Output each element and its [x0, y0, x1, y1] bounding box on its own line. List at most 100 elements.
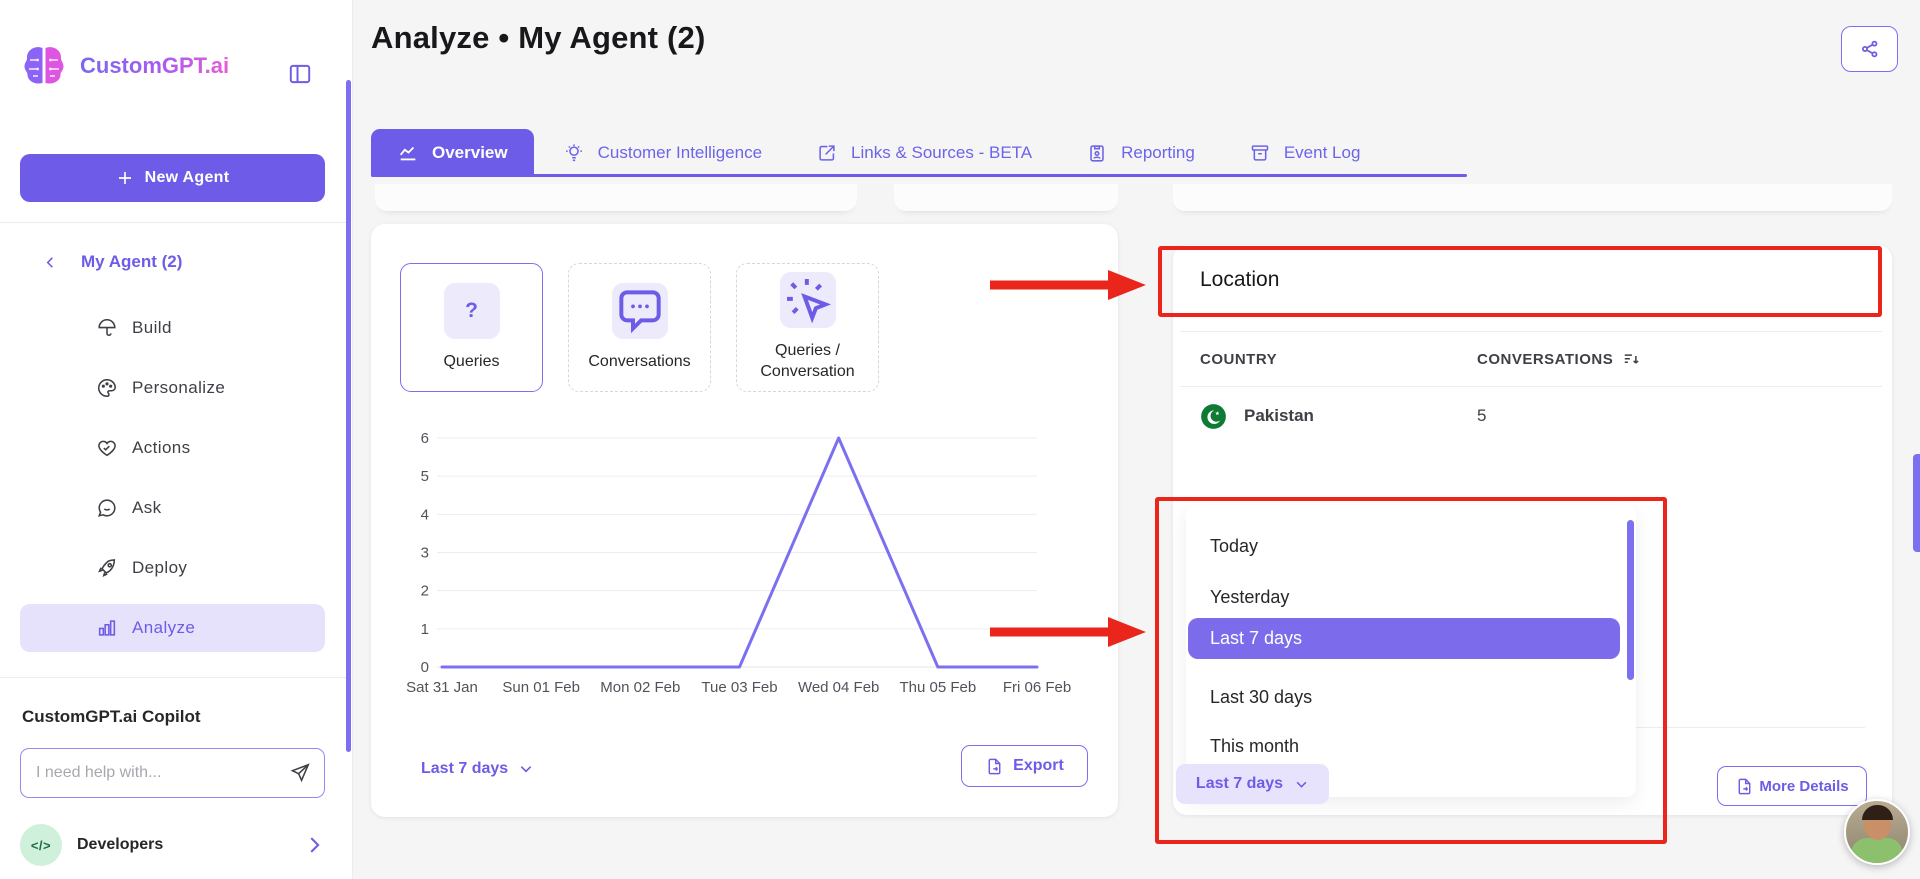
page-scrollbar[interactable]: [1913, 454, 1920, 552]
new-agent-button[interactable]: New Agent: [20, 154, 325, 202]
share-button[interactable]: [1841, 26, 1898, 72]
menu-item-label: Last 7 days: [1210, 628, 1303, 648]
chart-range-dropdown[interactable]: Last 7 days: [421, 752, 534, 785]
card-remnant: [1173, 184, 1892, 211]
sidebar: CustomGPT.ai New Agent My Agent (2) Buil…: [0, 0, 353, 879]
menu-item-label: This month: [1210, 736, 1300, 756]
avatar-shirt: [1851, 838, 1903, 863]
deploy-icon: [96, 557, 118, 579]
location-table-body: Pakistan 5: [1180, 387, 1882, 445]
my-agent-label: My Agent (2): [81, 252, 183, 271]
event-log-icon: [1249, 142, 1271, 164]
sidebar-divider: [0, 677, 351, 678]
column-header-country: COUNTRY: [1200, 350, 1278, 368]
menu-item-last-7-days[interactable]: Last 7 days: [1188, 618, 1620, 659]
sidebar-collapse-icon[interactable]: [281, 57, 315, 91]
send-icon[interactable]: [289, 762, 311, 784]
menu-item-this-month[interactable]: This month: [1188, 726, 1620, 767]
menu-item-last-30-days[interactable]: Last 30 days: [1188, 677, 1620, 718]
tab-bar: Overview Customer Intelligence Links & Sou…: [371, 129, 1409, 176]
chevron-down-icon: [1294, 777, 1309, 792]
tab-event-log[interactable]: Event Log: [1244, 129, 1366, 176]
personalize-icon: [96, 377, 118, 399]
conversations-count: 5: [1477, 406, 1487, 425]
app-canvas: CustomGPT.ai New Agent My Agent (2) Buil…: [0, 0, 1920, 879]
x-tick-label: Sat 31 Jan: [406, 679, 478, 696]
share-icon: [1859, 38, 1881, 60]
table-row-pakistan[interactable]: Pakistan 5: [1180, 387, 1882, 445]
location-range-dropdown[interactable]: Last 7 days: [1176, 764, 1329, 804]
x-tick-label: Wed 04 Feb: [798, 679, 879, 696]
menu-item-label: Last 30 days: [1210, 687, 1313, 707]
more-details-label: More Details: [1759, 777, 1849, 795]
x-tick-label: Mon 02 Feb: [600, 679, 680, 696]
sidebar-item-ask[interactable]: Ask: [20, 484, 325, 532]
y-tick-label: 6: [421, 430, 429, 447]
sidebar-item-label: Build: [132, 318, 172, 337]
pakistan-flag: [1200, 403, 1227, 430]
sidebar-scrollbar[interactable]: [346, 80, 351, 752]
x-tick-label: Tue 03 Feb: [701, 679, 777, 696]
tab-links-sources-beta[interactable]: Links & Sources - BETA: [811, 129, 1037, 176]
new-agent-label: New Agent: [144, 169, 230, 186]
sidebar-item-deploy[interactable]: Deploy: [20, 544, 325, 592]
column-header-conversations: CONVERSATIONS: [1477, 350, 1614, 368]
tab-customer-intelligence[interactable]: Customer Intelligence: [558, 129, 767, 176]
metric-toggle-conversations[interactable]: Conversations: [568, 263, 711, 392]
plus-icon: [116, 169, 134, 187]
metric-toggles: ? Queries Conversations Queries / Conversat…: [400, 263, 879, 392]
sidebar-item-label: Ask: [132, 498, 162, 517]
annotation-arrow-dropdown: [990, 617, 1146, 647]
brand-wordmark: CustomGPT.ai: [80, 53, 230, 78]
sidebar-item-label: Personalize: [132, 378, 226, 397]
metric-toggle-queries[interactable]: ? Queries: [400, 263, 543, 392]
tab-label: Reporting: [1121, 142, 1195, 162]
table-divider: [1631, 727, 1865, 728]
chevron-down-icon: [518, 761, 534, 777]
sidebar-item-personalize[interactable]: Personalize: [20, 364, 325, 412]
metric-toggle-queries-conversation[interactable]: Queries / Conversation: [736, 263, 879, 392]
y-tick-label: 3: [421, 545, 429, 562]
export-button[interactable]: Export: [961, 745, 1088, 787]
menu-item-yesterday[interactable]: Yesterday: [1188, 577, 1620, 618]
sort-desc-icon[interactable]: [1622, 350, 1641, 369]
sidebar-item-label: Analyze: [132, 618, 196, 637]
location-table: COUNTRY CONVERSATIONS Pakistan 5: [1180, 331, 1882, 445]
developers-label: Developers: [77, 836, 164, 853]
question-icon: ?: [443, 282, 500, 339]
menu-scrollbar[interactable]: [1627, 520, 1634, 680]
x-tick-label: Fri 06 Feb: [1003, 679, 1071, 696]
avatar-hair: [1862, 805, 1893, 820]
metric-toggle-label: Conversations: [588, 352, 691, 370]
more-details-button[interactable]: More Details: [1717, 766, 1867, 806]
location-range-label: Last 7 days: [1195, 775, 1284, 792]
copilot-input[interactable]: [34, 763, 281, 783]
insight-icon: [563, 142, 585, 164]
tab-underline: [371, 174, 1467, 177]
country-name: Pakistan: [1244, 406, 1314, 425]
metric-toggle-label: Queries / Conversation: [760, 342, 855, 380]
y-tick-label: 4: [421, 506, 429, 523]
location-card-title: Location: [1200, 268, 1280, 291]
tab-overview[interactable]: Overview: [371, 129, 534, 176]
chat-bubble-icon: [611, 282, 668, 339]
sidebar-item-build[interactable]: Build: [20, 304, 325, 352]
logo[interactable]: CustomGPT.ai: [20, 42, 229, 90]
tab-label: Customer Intelligence: [597, 142, 763, 162]
analyze-icon: [96, 617, 118, 639]
queries-chart-card: ? Queries Conversations Queries / Conversat…: [371, 224, 1118, 817]
chevron-right-icon: [303, 834, 325, 856]
x-tick-label: Sun 01 Feb: [502, 679, 580, 696]
sidebar-item-developers[interactable]: </> Developers: [20, 824, 325, 866]
user-avatar[interactable]: [1844, 799, 1910, 865]
chart-line-icon: [397, 142, 419, 164]
menu-item-today[interactable]: Today: [1188, 526, 1620, 567]
link-out-icon: [816, 142, 838, 164]
y-tick-label: 1: [421, 621, 429, 638]
sidebar-item-my-agent-back[interactable]: My Agent (2): [43, 252, 182, 272]
page-title: Analyze • My Agent (2): [371, 20, 706, 55]
tab-reporting[interactable]: Reporting: [1081, 129, 1200, 176]
sidebar-item-actions[interactable]: Actions: [20, 424, 325, 472]
sidebar-item-analyze[interactable]: Analyze: [20, 604, 325, 652]
build-icon: [96, 317, 118, 339]
